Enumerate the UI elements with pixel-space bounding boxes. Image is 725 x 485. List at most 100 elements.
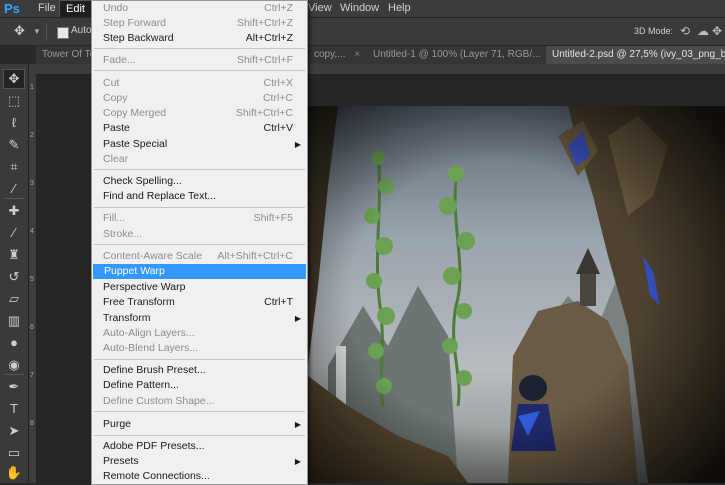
pan-3d-icon[interactable]: ✥ (712, 24, 725, 38)
menu-item-perspective-warp[interactable]: Perspective Warp (92, 280, 307, 295)
menu-item-auto-blend-layers[interactable]: Auto-Blend Layers... (92, 341, 307, 356)
menu-item-content-aware-scale[interactable]: Content-Aware Scale Alt+Shift+Ctrl+C (92, 249, 307, 264)
ruler-tick: 2 (30, 132, 34, 139)
canvas-artwork (308, 106, 725, 483)
menu-help[interactable]: Help (382, 0, 417, 17)
type-tool-icon[interactable]: T (3, 399, 25, 419)
menu-item-copy-merged[interactable]: Copy Merged Shift+Ctrl+C (92, 106, 307, 121)
gradient-tool-icon[interactable]: ▥ (3, 311, 25, 331)
document-canvas[interactable] (308, 106, 725, 483)
menu-separator (94, 359, 305, 360)
photoshop-logo: Ps (4, 1, 20, 16)
menu-item-auto-align-layers[interactable]: Auto-Align Layers... (92, 326, 307, 341)
tab-untitled-2[interactable]: Untitled-2.psd @ 27,5% (ivy_03_png_by_g (546, 46, 725, 64)
menu-separator (94, 435, 305, 436)
menu-item-step-backward[interactable]: Step Backward Alt+Ctrl+Z (92, 31, 307, 46)
menu-item-paste[interactable]: Paste Ctrl+V (92, 121, 307, 136)
crop-tool-icon[interactable]: ⌗ (3, 157, 25, 177)
menu-item-remote-connections[interactable]: Remote Connections... (92, 469, 307, 484)
menu-edit[interactable]: Edit (59, 0, 92, 17)
move-tool-icon[interactable]: ✥ (3, 69, 25, 89)
pen-tool-icon[interactable]: ✒ (3, 377, 25, 397)
menu-item-free-transform[interactable]: Free Transform Ctrl+T (92, 295, 307, 310)
menu-item-transform[interactable]: Transform ▶ (92, 311, 307, 326)
path-selection-icon[interactable]: ➤ (3, 421, 25, 441)
menu-item-clear[interactable]: Clear (92, 152, 307, 167)
lasso-tool-icon[interactable]: ℓ (3, 113, 25, 133)
menu-item-label: Cut (103, 77, 120, 89)
close-icon[interactable]: × (354, 49, 360, 60)
menu-item-purge[interactable]: Purge ▶ (92, 417, 307, 432)
menu-item-copy[interactable]: Copy Ctrl+C (92, 91, 307, 106)
orbit-3d-icon[interactable]: ⟲ (680, 24, 694, 38)
menu-item-shortcut: Shift+Ctrl+C (235, 107, 293, 119)
eraser-tool-icon[interactable]: ▱ (3, 289, 25, 309)
dodge-tool-icon[interactable]: ◉ (3, 355, 25, 375)
menu-item-check-spelling[interactable]: Check Spelling... (92, 174, 307, 189)
menu-item-label: Clear (103, 153, 129, 165)
menu-item-label: Check Spelling... (103, 175, 182, 187)
ruler-tick: 3 (30, 180, 34, 187)
menu-item-define-pattern[interactable]: Define Pattern... (92, 378, 307, 393)
menu-item-label: Step Backward (103, 32, 174, 44)
healing-brush-icon[interactable]: ✚ (3, 201, 25, 221)
brush-tool-icon[interactable]: ∕ (3, 223, 25, 243)
menu-item-shortcut: Shift+Ctrl+F (236, 54, 293, 66)
blur-tool-icon[interactable]: ● (3, 333, 25, 353)
tab-untitled-1[interactable]: Untitled-1 @ 100% (Layer 71, RGB/... × (367, 46, 552, 64)
ruler-tick: 6 (30, 324, 34, 331)
menu-item-puppet-warp[interactable]: Puppet Warp (93, 264, 306, 279)
submenu-arrow-icon: ▶ (294, 457, 301, 466)
menu-item-label: Perspective Warp (103, 281, 186, 293)
menu-item-define-custom-shape[interactable]: Define Custom Shape... (92, 394, 307, 409)
menu-item-step-forward[interactable]: Step Forward Shift+Ctrl+Z (92, 16, 307, 31)
menu-item-shortcut: Ctrl+C (262, 92, 293, 104)
menu-item-undo[interactable]: Undo Ctrl+Z (92, 1, 307, 16)
menu-item-shortcut: Alt+Ctrl+Z (245, 32, 293, 44)
menu-item-cut[interactable]: Cut Ctrl+X (92, 76, 307, 91)
mode-3d-label: 3D Mode: (634, 26, 674, 36)
move-options-icon[interactable]: ✥ (14, 24, 30, 38)
menu-item-label: Remote Connections... (103, 470, 210, 482)
clone-stamp-icon[interactable]: ♜ (3, 245, 25, 265)
vertical-ruler: 1 2 3 4 5 6 7 8 (29, 64, 37, 483)
submenu-arrow-icon: ▶ (294, 314, 301, 323)
tools-panel: ✥ ⬚ ℓ ✎ ⌗ ⁄ ✚ ∕ ♜ ↺ ▱ ▥ ● ◉ ✒ T ➤ ▭ ✋ (0, 64, 29, 483)
tab-copy[interactable]: copy,... × (308, 46, 373, 64)
menu-item-shortcut: Ctrl+V (263, 122, 293, 134)
menu-item-label: Content-Aware Scale (103, 250, 203, 262)
menu-item-label: Define Custom Shape... (103, 395, 215, 407)
menu-item-label: Puppet Warp (104, 265, 165, 277)
menu-item-adobe-pdf-presets[interactable]: Adobe PDF Presets... (92, 439, 307, 454)
menu-item-paste-special[interactable]: Paste Special ▶ (92, 137, 307, 152)
marquee-tool-icon[interactable]: ⬚ (3, 91, 25, 111)
menu-separator (94, 207, 305, 208)
history-brush-icon[interactable]: ↺ (3, 267, 25, 287)
menu-item-label: Stroke... (103, 228, 143, 240)
menu-item-label: Copy Merged (103, 107, 167, 119)
eyedropper-tool-icon[interactable]: ⁄ (3, 179, 25, 199)
tools-divider (4, 198, 24, 199)
chevron-down-icon[interactable]: ▼ (33, 27, 41, 36)
menu-item-stroke[interactable]: Stroke... (92, 227, 307, 242)
menu-item-fade[interactable]: Fade... Shift+Ctrl+F (92, 53, 307, 68)
menu-item-presets[interactable]: Presets ▶ (92, 454, 307, 469)
menu-item-label: Find and Replace Text... (103, 190, 217, 202)
ruler-tick: 5 (30, 276, 34, 283)
menu-item-define-brush-preset[interactable]: Define Brush Preset... (92, 363, 307, 378)
tab-label: Tower Of Te (42, 49, 96, 60)
menu-item-label: Transform (103, 312, 151, 324)
tab-tower-of-te[interactable]: Tower Of Te (36, 46, 99, 64)
menu-item-label: Presets (103, 455, 139, 467)
tab-label: Untitled-1 @ 100% (Layer 71, RGB/... (373, 49, 541, 60)
auto-select-checkbox[interactable] (57, 27, 69, 39)
menu-item-fill[interactable]: Fill... Shift+F5 (92, 211, 307, 226)
menu-window[interactable]: Window (334, 0, 385, 17)
menu-file[interactable]: File (32, 0, 62, 17)
menu-item-find-replace[interactable]: Find and Replace Text... (92, 189, 307, 204)
hand-tool-icon[interactable]: ✋ (3, 463, 25, 483)
quick-select-tool-icon[interactable]: ✎ (3, 135, 25, 155)
shape-tool-icon[interactable]: ▭ (3, 443, 25, 463)
menu-separator (94, 169, 305, 170)
roll-3d-icon[interactable]: ☁ (697, 24, 711, 38)
